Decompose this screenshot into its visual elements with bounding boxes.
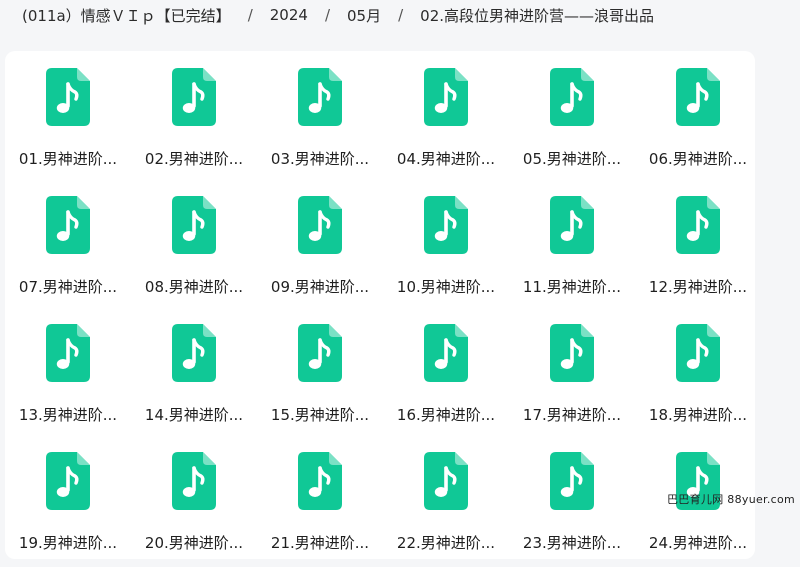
audio-file-icon — [46, 452, 90, 510]
audio-file-icon — [424, 68, 468, 126]
file-name: 13.男神进阶... — [18, 406, 118, 424]
file-name: 05.男神进阶... — [522, 150, 622, 168]
file-grid: 01.男神进阶... 02.男神进阶... 03.男神进阶... 04.男神进阶...… — [5, 51, 755, 559]
audio-file-icon — [298, 196, 342, 254]
audio-file-icon — [172, 68, 216, 126]
file-name: 19.男神进阶... — [18, 534, 118, 552]
file-item[interactable]: 08.男神进阶... — [135, 179, 253, 299]
file-name: 06.男神进阶... — [648, 150, 748, 168]
file-item[interactable]: 06.男神进阶... — [639, 51, 755, 171]
audio-file-icon — [46, 324, 90, 382]
breadcrumb-item-root[interactable]: (011a）情感ＶＩｐ【已完结】 — [22, 5, 231, 26]
file-item[interactable]: 09.男神进阶... — [261, 179, 379, 299]
audio-file-icon — [172, 324, 216, 382]
breadcrumb-separator: / — [398, 6, 404, 24]
file-name: 17.男神进阶... — [522, 406, 622, 424]
audio-file-icon — [298, 452, 342, 510]
file-item[interactable]: 13.男神进阶... — [9, 307, 127, 427]
audio-file-icon — [676, 196, 720, 254]
breadcrumb-separator: / — [247, 6, 253, 24]
audio-file-icon — [424, 324, 468, 382]
file-item[interactable]: 17.男神进阶... — [513, 307, 631, 427]
audio-file-icon — [172, 196, 216, 254]
file-item[interactable]: 12.男神进阶... — [639, 179, 755, 299]
file-name: 16.男神进阶... — [396, 406, 496, 424]
file-name: 01.男神进阶... — [18, 150, 118, 168]
file-name: 24.男神进阶... — [648, 534, 748, 552]
file-item[interactable]: 02.男神进阶... — [135, 51, 253, 171]
file-name: 15.男神进阶... — [270, 406, 370, 424]
audio-file-icon — [298, 68, 342, 126]
breadcrumb-item-month[interactable]: 05月 — [347, 5, 381, 26]
file-grid-panel: 01.男神进阶... 02.男神进阶... 03.男神进阶... 04.男神进阶...… — [5, 51, 755, 559]
audio-file-icon — [46, 68, 90, 126]
audio-file-icon — [676, 324, 720, 382]
file-name: 03.男神进阶... — [270, 150, 370, 168]
file-name: 22.男神进阶... — [396, 534, 496, 552]
file-item[interactable]: 05.男神进阶... — [513, 51, 631, 171]
audio-file-icon — [550, 324, 594, 382]
file-item[interactable]: 23.男神进阶... — [513, 435, 631, 555]
file-item[interactable]: 20.男神进阶... — [135, 435, 253, 555]
file-item[interactable]: 15.男神进阶... — [261, 307, 379, 427]
file-name: 04.男神进阶... — [396, 150, 496, 168]
file-name: 20.男神进阶... — [144, 534, 244, 552]
file-item[interactable]: 19.男神进阶... — [9, 435, 127, 555]
file-name: 10.男神进阶... — [396, 278, 496, 296]
file-item[interactable]: 11.男神进阶... — [513, 179, 631, 299]
file-item[interactable]: 14.男神进阶... — [135, 307, 253, 427]
breadcrumb-item-year[interactable]: 2024 — [270, 6, 308, 24]
breadcrumb: (011a）情感ＶＩｐ【已完结】 / 2024 / 05月 / 02.高段位男神… — [22, 4, 654, 26]
file-name: 12.男神进阶... — [648, 278, 748, 296]
breadcrumb-separator: / — [324, 6, 330, 24]
audio-file-icon — [424, 196, 468, 254]
file-name: 07.男神进阶... — [18, 278, 118, 296]
audio-file-icon — [676, 68, 720, 126]
file-name: 14.男神进阶... — [144, 406, 244, 424]
file-item[interactable]: 07.男神进阶... — [9, 179, 127, 299]
file-item[interactable]: 18.男神进阶... — [639, 307, 755, 427]
audio-file-icon — [46, 196, 90, 254]
file-name: 08.男神进阶... — [144, 278, 244, 296]
audio-file-icon — [424, 452, 468, 510]
file-item[interactable]: 16.男神进阶... — [387, 307, 505, 427]
file-name: 18.男神进阶... — [648, 406, 748, 424]
file-item[interactable]: 21.男神进阶... — [261, 435, 379, 555]
file-item[interactable]: 22.男神进阶... — [387, 435, 505, 555]
file-item[interactable]: 01.男神进阶... — [9, 51, 127, 171]
audio-file-icon — [172, 452, 216, 510]
watermark: 巴巴育儿网 88yuer.com — [667, 493, 796, 506]
file-name: 21.男神进阶... — [270, 534, 370, 552]
audio-file-icon — [298, 324, 342, 382]
file-name: 02.男神进阶... — [144, 150, 244, 168]
file-name: 11.男神进阶... — [522, 278, 622, 296]
file-name: 23.男神进阶... — [522, 534, 622, 552]
file-item[interactable]: 03.男神进阶... — [261, 51, 379, 171]
audio-file-icon — [550, 196, 594, 254]
file-item[interactable]: 10.男神进阶... — [387, 179, 505, 299]
breadcrumb-item-current-folder[interactable]: 02.高段位男神进阶营——浪哥出品 — [420, 5, 654, 26]
file-item[interactable]: 04.男神进阶... — [387, 51, 505, 171]
file-name: 09.男神进阶... — [270, 278, 370, 296]
audio-file-icon — [550, 68, 594, 126]
audio-file-icon — [550, 452, 594, 510]
